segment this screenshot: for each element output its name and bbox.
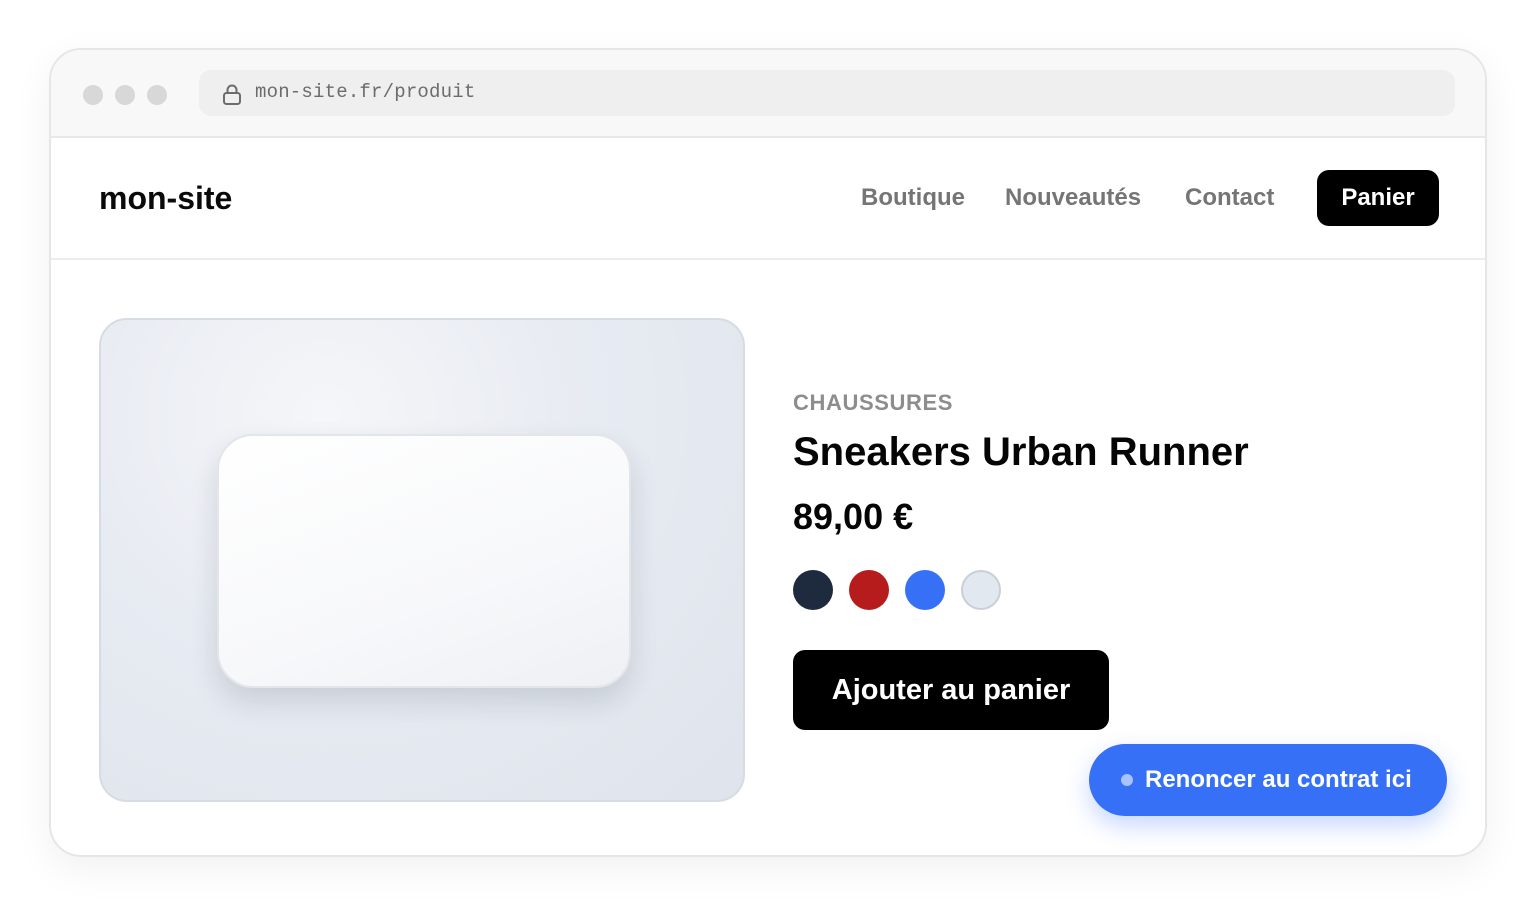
- url-text: mon-site.fr/produit: [255, 81, 476, 103]
- site-header: mon-site Boutique Nouveautés Contact Pan…: [51, 138, 1485, 260]
- product-price: 89,00 €: [793, 496, 914, 537]
- cart-button[interactable]: Panier: [1317, 170, 1439, 226]
- window-maximize-dot[interactable]: [147, 85, 167, 105]
- product-image: [99, 318, 745, 802]
- withdraw-contract-label: Renoncer au contrat ici: [1145, 766, 1412, 793]
- browser-window: mon-site.fr/produit mon-site Boutique No…: [49, 48, 1487, 857]
- color-swatch-light-gray[interactable]: [961, 570, 1001, 610]
- lock-icon: [221, 83, 243, 105]
- product-category: CHAUSSURES: [793, 390, 954, 415]
- address-bar[interactable]: mon-site.fr/produit: [199, 70, 1455, 116]
- status-dot-icon: [1121, 774, 1133, 786]
- browser-titlebar: mon-site.fr/produit: [51, 50, 1485, 138]
- window-minimize-dot[interactable]: [115, 85, 135, 105]
- site-logo[interactable]: mon-site: [99, 180, 232, 217]
- color-swatch-navy[interactable]: [793, 570, 833, 610]
- product-image-placeholder: [217, 434, 631, 688]
- nav-link-nouveautes[interactable]: Nouveautés: [1005, 184, 1141, 212]
- color-swatch-blue[interactable]: [905, 570, 945, 610]
- add-to-cart-button[interactable]: Ajouter au panier: [793, 650, 1109, 730]
- color-swatch-red[interactable]: [849, 570, 889, 610]
- window-close-dot[interactable]: [83, 85, 103, 105]
- nav-link-contact[interactable]: Contact: [1185, 184, 1274, 212]
- nav-link-boutique[interactable]: Boutique: [861, 184, 965, 212]
- withdraw-contract-button[interactable]: Renoncer au contrat ici: [1089, 744, 1447, 816]
- product-title: Sneakers Urban Runner: [793, 430, 1249, 474]
